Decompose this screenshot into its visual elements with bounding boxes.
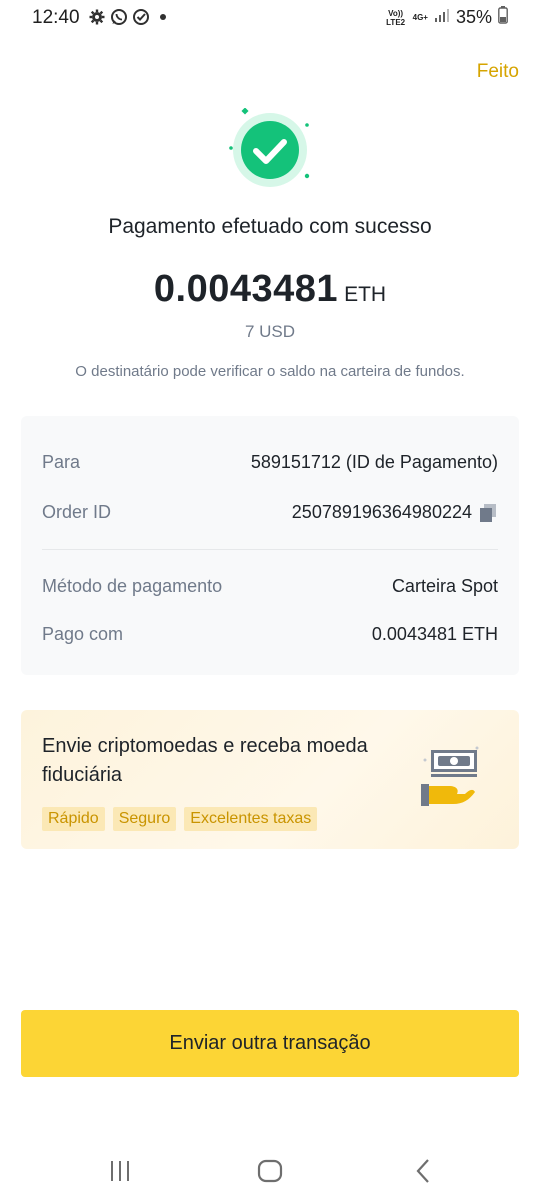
promo-tags: Rápido Seguro Excelentes taxas xyxy=(42,807,318,831)
battery-icon xyxy=(498,6,508,29)
amount-value: 0.0043481 xyxy=(153,268,339,310)
copy-icon[interactable] xyxy=(478,503,498,523)
status-bar: 12:40 Vo)) LTE2 4G+ 35% xyxy=(0,0,540,36)
recent-apps-icon[interactable] xyxy=(105,1156,135,1186)
to-value: 589151712 (ID de Pagamento) xyxy=(250,452,498,472)
page-title: Pagamento efetuado com sucesso xyxy=(108,215,432,238)
details-card: Para 589151712 (ID de Pagamento) Order I… xyxy=(21,416,519,675)
method-label: Método de pagamento xyxy=(42,576,223,596)
dot-icon xyxy=(154,8,172,26)
4g-label: 4G+ xyxy=(412,13,428,22)
whatsapp-icon xyxy=(110,8,128,26)
method-value: Carteira Spot xyxy=(391,576,498,596)
back-icon[interactable] xyxy=(408,1156,438,1186)
check-circle-icon xyxy=(228,107,312,192)
check-circle-status-icon xyxy=(132,8,150,26)
divider xyxy=(42,549,498,550)
promo-tag: Seguro xyxy=(112,807,177,831)
promo-tag: Rápido xyxy=(42,807,105,831)
to-label: Para xyxy=(42,452,81,472)
amount-row: 0.0043481 ETH xyxy=(0,268,540,311)
signal-icon xyxy=(434,8,450,27)
status-time: 12:40 xyxy=(32,7,80,28)
promo-tag: Excelentes taxas xyxy=(184,807,318,831)
volte-label: Vo)) LTE2 xyxy=(386,8,406,27)
done-button[interactable]: Feito xyxy=(477,61,519,83)
detail-row-to: Para 589151712 (ID de Pagamento) xyxy=(42,452,498,473)
order-id-value: 250789196364980224 xyxy=(291,502,472,522)
order-id-group: 250789196364980224 xyxy=(292,502,498,523)
amount-currency: ETH xyxy=(344,283,387,306)
paid-with-value: 0.0043481 ETH xyxy=(371,624,498,644)
info-note: O destinatário pode verificar o saldo na… xyxy=(75,363,465,380)
detail-row-order: Order ID 250789196364980224 xyxy=(42,502,498,523)
fiat-amount: 7 USD xyxy=(244,322,296,341)
home-icon[interactable] xyxy=(255,1156,285,1186)
notification-icons xyxy=(88,8,172,26)
send-another-button[interactable]: Enviar outra transação xyxy=(21,1010,519,1077)
detail-row-paid: Pago com 0.0043481 ETH xyxy=(42,624,498,645)
system-nav-bar xyxy=(0,1140,540,1204)
paid-with-label: Pago com xyxy=(42,624,124,644)
detail-row-method: Método de pagamento Carteira Spot xyxy=(42,576,498,597)
promo-banner[interactable]: Envie criptomoedas e receba moeda fiduci… xyxy=(21,710,519,849)
status-right: Vo)) LTE2 4G+ 35% xyxy=(385,6,508,29)
cash-hand-icon xyxy=(419,746,483,812)
promo-title: Envie criptomoedas e receba moeda fiduci… xyxy=(42,735,368,786)
settings-icon xyxy=(88,8,106,26)
battery-percent: 35% xyxy=(455,7,492,27)
order-id-label: Order ID xyxy=(42,502,112,522)
